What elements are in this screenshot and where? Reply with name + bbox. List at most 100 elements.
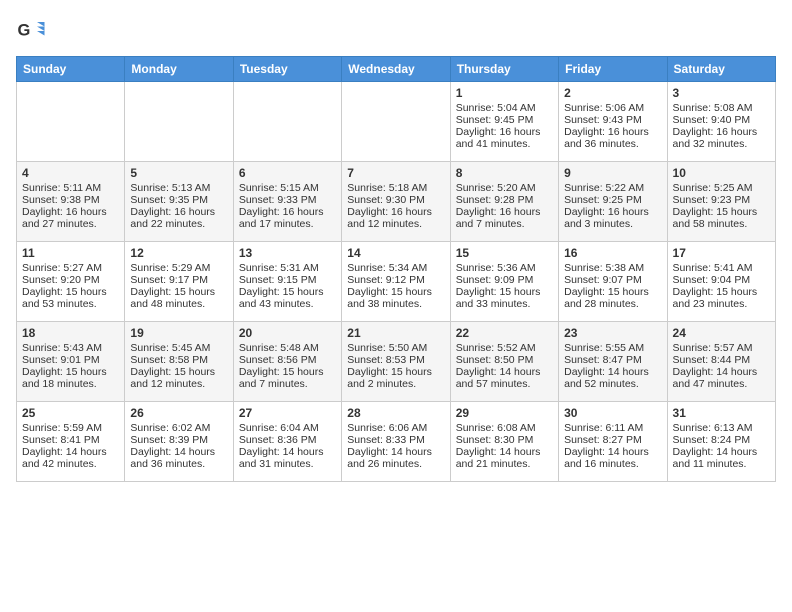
cell-content-line: Sunset: 8:41 PM [22, 434, 119, 446]
cell-content-line: Sunrise: 5:50 AM [347, 342, 444, 354]
cell-content-line: and 27 minutes. [22, 218, 119, 230]
calendar-cell: 19Sunrise: 5:45 AMSunset: 8:58 PMDayligh… [125, 322, 233, 402]
calendar-table: SundayMondayTuesdayWednesdayThursdayFrid… [16, 56, 776, 482]
day-number: 4 [22, 166, 119, 180]
cell-content-line: and 18 minutes. [22, 378, 119, 390]
cell-content-line: Sunset: 9:30 PM [347, 194, 444, 206]
calendar-cell: 14 Sunrise: 5:34 AMSunset: 9:12 PMDayligh… [342, 242, 450, 322]
cell-content-line: Daylight: 16 hours [239, 206, 336, 218]
cell-content-line: Sunset: 9:09 PM [456, 274, 553, 286]
day-number: 9 [564, 166, 661, 180]
cell-content-line: and 32 minutes. [673, 138, 770, 150]
cell-content-line: Daylight: 16 hours [564, 206, 661, 218]
cell-content-line: Daylight: 14 hours [456, 446, 553, 458]
cell-content-line: Sunrise: 5:13 AM [130, 182, 227, 194]
cell-content-line: and 17 minutes. [239, 218, 336, 230]
cell-content-line: and 36 minutes. [130, 458, 227, 470]
day-number: 1 [456, 86, 553, 100]
day-number: 20 [239, 326, 336, 340]
calendar-cell: 27Sunrise: 6:04 AMSunset: 8:36 PMDayligh… [233, 402, 341, 482]
cell-content-line: Sunrise: 6:02 AM [130, 422, 227, 434]
cell-content-line: Sunset: 9:20 PM [22, 274, 119, 286]
day-number: 3 [673, 86, 770, 100]
day-number: 29 [456, 406, 553, 420]
cell-content-line: and 11 minutes. [673, 458, 770, 470]
cell-content-line: Sunrise: 5:06 AM [564, 102, 661, 114]
day-number: 13 [239, 246, 336, 260]
weekday-header: Saturday [667, 57, 775, 82]
cell-content-line: Sunrise: 5:55 AM [564, 342, 661, 354]
cell-content-line: Sunrise: 5:36 AM [456, 262, 553, 274]
calendar-cell: 20Sunrise: 5:48 AMSunset: 8:56 PMDayligh… [233, 322, 341, 402]
cell-content-line: Sunset: 9:04 PM [673, 274, 770, 286]
cell-content-line: Daylight: 15 hours [347, 286, 444, 298]
cell-content-line: Sunrise: 5:20 AM [456, 182, 553, 194]
cell-content-line: Sunset: 9:45 PM [456, 114, 553, 126]
logo: G [16, 16, 50, 46]
cell-content-line: Sunrise: 6:06 AM [347, 422, 444, 434]
cell-content-line: Sunrise: 5:27 AM [22, 262, 119, 274]
cell-content-line: Daylight: 14 hours [347, 446, 444, 458]
cell-content-line: Daylight: 16 hours [673, 126, 770, 138]
weekday-header: Wednesday [342, 57, 450, 82]
cell-content-line: Sunset: 9:35 PM [130, 194, 227, 206]
cell-content-line: Sunset: 9:01 PM [22, 354, 119, 366]
cell-content-line: Sunset: 8:56 PM [239, 354, 336, 366]
weekday-header: Tuesday [233, 57, 341, 82]
weekday-header: Monday [125, 57, 233, 82]
cell-content-line: Sunrise: 5:57 AM [673, 342, 770, 354]
logo-icon: G [16, 16, 46, 46]
cell-content-line: and 48 minutes. [130, 298, 227, 310]
cell-content-line: Sunset: 8:30 PM [456, 434, 553, 446]
calendar-week-row: 25Sunrise: 5:59 AMSunset: 8:41 PMDayligh… [17, 402, 776, 482]
day-number: 19 [130, 326, 227, 340]
calendar-week-row: 11Sunrise: 5:27 AMSunset: 9:20 PMDayligh… [17, 242, 776, 322]
cell-content-line: Sunset: 9:28 PM [456, 194, 553, 206]
calendar-cell: 15Sunrise: 5:36 AMSunset: 9:09 PMDayligh… [450, 242, 558, 322]
day-number: 14 [347, 246, 444, 260]
cell-content-line: Daylight: 14 hours [22, 446, 119, 458]
cell-content-line: Sunset: 9:43 PM [564, 114, 661, 126]
calendar-cell: 22Sunrise: 5:52 AMSunset: 8:50 PMDayligh… [450, 322, 558, 402]
cell-content-line: Sunrise: 5:18 AM [347, 182, 444, 194]
cell-content-line: Sunset: 9:12 PM [347, 274, 444, 286]
day-number: 25 [22, 406, 119, 420]
cell-content-line: Daylight: 16 hours [347, 206, 444, 218]
cell-content-line: Daylight: 14 hours [564, 446, 661, 458]
cell-content-line: Sunset: 8:58 PM [130, 354, 227, 366]
calendar-cell: 2Sunrise: 5:06 AMSunset: 9:43 PMDaylight… [559, 82, 667, 162]
cell-content-line: Daylight: 15 hours [22, 286, 119, 298]
calendar-week-row: 1Sunrise: 5:04 AMSunset: 9:45 PMDaylight… [17, 82, 776, 162]
cell-content-line: and 42 minutes. [22, 458, 119, 470]
cell-content-line: Sunrise: 5:22 AM [564, 182, 661, 194]
cell-content-line: Sunrise: 5:41 AM [673, 262, 770, 274]
cell-content-line: Daylight: 14 hours [564, 366, 661, 378]
cell-content-line: and 36 minutes. [564, 138, 661, 150]
day-number: 17 [673, 246, 770, 260]
cell-content-line: and 22 minutes. [130, 218, 227, 230]
cell-content-line: Sunset: 9:07 PM [564, 274, 661, 286]
day-number: 15 [456, 246, 553, 260]
calendar-cell: 23Sunrise: 5:55 AMSunset: 8:47 PMDayligh… [559, 322, 667, 402]
day-number: 10 [673, 166, 770, 180]
cell-content-line: Daylight: 15 hours [22, 366, 119, 378]
cell-content-line: and 16 minutes. [564, 458, 661, 470]
day-number: 26 [130, 406, 227, 420]
cell-content-line: Daylight: 14 hours [130, 446, 227, 458]
cell-content-line: Daylight: 14 hours [456, 366, 553, 378]
cell-content-line: and 52 minutes. [564, 378, 661, 390]
cell-content-line: Sunrise: 5:34 AM [347, 262, 444, 274]
cell-content-line: and 41 minutes. [456, 138, 553, 150]
svg-text:G: G [18, 22, 31, 40]
day-number: 24 [673, 326, 770, 340]
cell-content-line: Sunrise: 5:31 AM [239, 262, 336, 274]
calendar-cell: 12Sunrise: 5:29 AMSunset: 9:17 PMDayligh… [125, 242, 233, 322]
cell-content-line: Daylight: 15 hours [130, 286, 227, 298]
cell-content-line: Sunrise: 5:15 AM [239, 182, 336, 194]
calendar-cell [125, 82, 233, 162]
calendar-week-row: 18Sunrise: 5:43 AMSunset: 9:01 PMDayligh… [17, 322, 776, 402]
cell-content-line: Sunrise: 6:04 AM [239, 422, 336, 434]
calendar-cell: 7Sunrise: 5:18 AMSunset: 9:30 PMDaylight… [342, 162, 450, 242]
cell-content-line: and 53 minutes. [22, 298, 119, 310]
calendar-cell: 10Sunrise: 5:25 AMSunset: 9:23 PMDayligh… [667, 162, 775, 242]
